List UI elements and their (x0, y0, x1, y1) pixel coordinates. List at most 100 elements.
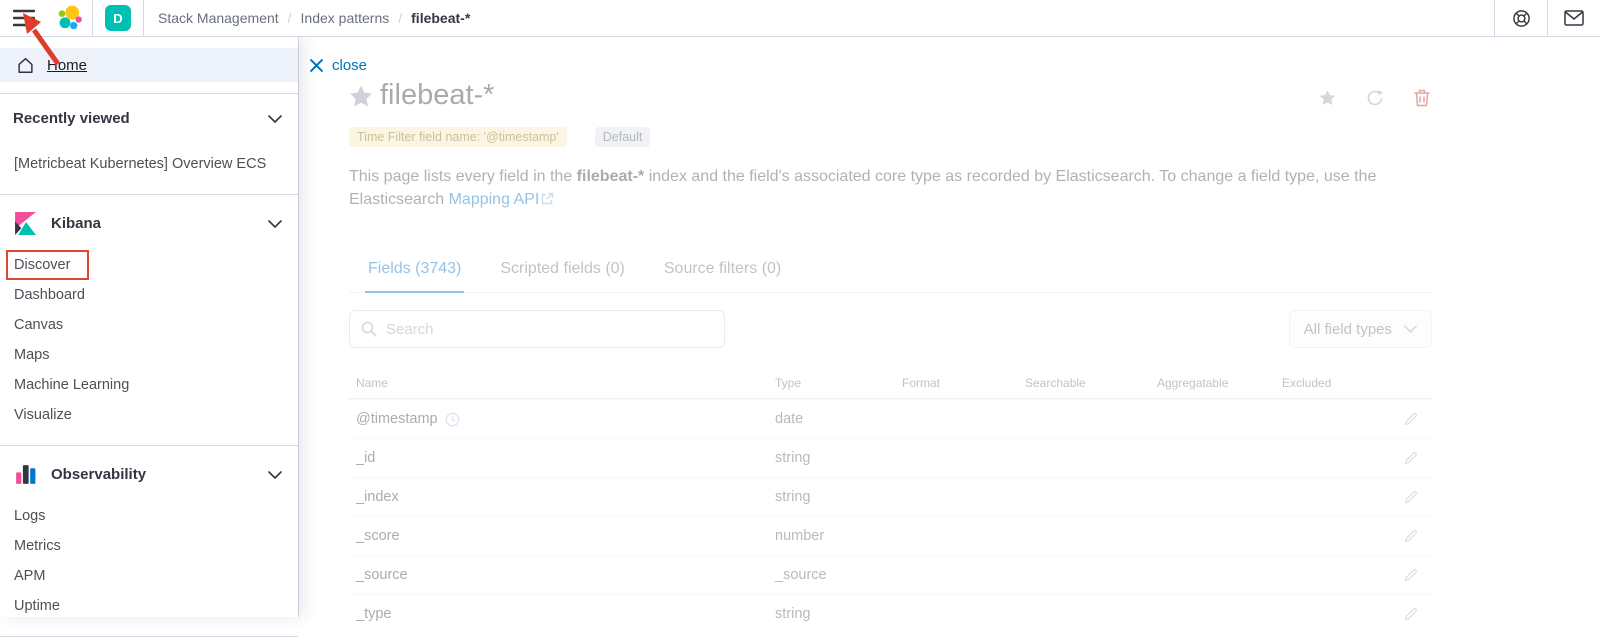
favorite-star-icon[interactable] (349, 84, 373, 108)
chevron-down-icon[interactable] (268, 115, 282, 123)
mail-icon (1564, 10, 1584, 26)
close-label: close (332, 57, 367, 74)
breadcrumb-separator: / (288, 10, 292, 26)
divider (92, 0, 93, 36)
index-pattern-detail-panel: filebeat-* (349, 37, 1432, 633)
table-row: _score number (349, 516, 1432, 555)
observability-section: Observability Logs Metrics APM Uptime (0, 446, 298, 625)
column-header-aggregatable[interactable]: Aggregatable (1157, 376, 1282, 390)
sidebar-item-logs[interactable]: Logs (14, 501, 282, 531)
pencil-icon (1404, 412, 1418, 426)
sidebar-home-label: Home (47, 57, 87, 74)
edit-field-button[interactable] (1404, 451, 1418, 465)
field-type: string (775, 606, 902, 622)
index-pattern-actions (1319, 89, 1430, 107)
table-row: _type string (349, 594, 1432, 633)
kibana-section-title[interactable]: Kibana (51, 215, 101, 232)
breadcrumb-stack-management[interactable]: Stack Management (158, 10, 279, 26)
sidebar-item-maps[interactable]: Maps (14, 340, 282, 370)
navigation-sidebar: Home Recently viewed [Metricbeat Kuberne… (0, 37, 298, 617)
recently-viewed-title[interactable]: Recently viewed (13, 110, 130, 127)
breadcrumb-separator: / (398, 10, 402, 26)
description-index-name: filebeat-* (577, 168, 645, 185)
edit-field-button[interactable] (1404, 568, 1418, 582)
column-header-searchable[interactable]: Searchable (1025, 376, 1157, 390)
edit-field-button[interactable] (1404, 490, 1418, 504)
header-actions (1494, 0, 1600, 36)
field-name: _score (356, 528, 400, 544)
page-title-row: filebeat-* (349, 79, 1432, 112)
time-field-icon (445, 412, 460, 427)
chevron-down-icon[interactable] (268, 471, 282, 479)
table-row: _source _source (349, 555, 1432, 594)
space-badge[interactable]: D (105, 5, 131, 31)
top-header-bar: D Stack Management / Index patterns / fi… (0, 0, 1600, 37)
hamburger-icon (13, 9, 35, 27)
help-button[interactable] (1495, 0, 1547, 36)
search-input[interactable] (386, 321, 713, 338)
refresh-icon (1366, 89, 1384, 107)
close-flyout-button[interactable]: close (310, 57, 367, 74)
chevron-down-icon[interactable] (268, 220, 282, 228)
field-type: string (775, 450, 902, 466)
edit-field-button[interactable] (1404, 607, 1418, 621)
tab-scripted-fields[interactable]: Scripted fields (0) (497, 250, 628, 293)
table-header-row: Name Type Format Searchable Aggregatable… (349, 368, 1432, 399)
close-icon (310, 59, 323, 72)
tab-source-filters[interactable]: Source filters (0) (661, 250, 784, 293)
sidebar-item-discover[interactable]: Discover (14, 250, 282, 280)
newsfeed-button[interactable] (1548, 0, 1600, 36)
observability-section-title[interactable]: Observability (51, 466, 146, 483)
sidebar-item-machine-learning[interactable]: Machine Learning (14, 370, 282, 400)
column-header-name[interactable]: Name (356, 376, 775, 390)
search-icon (361, 321, 377, 337)
kibana-section: Kibana Discover Dashboard Canvas Maps Ma… (0, 195, 298, 434)
sidebar-item-apm[interactable]: APM (14, 561, 282, 591)
sidebar-item-dashboard[interactable]: Dashboard (14, 280, 282, 310)
sidebar-item-metrics[interactable]: Metrics (14, 531, 282, 561)
breadcrumb-index-patterns[interactable]: Index patterns (301, 10, 390, 26)
badge-row: Time Filter field name: '@timestamp' Def… (349, 127, 1432, 147)
sidebar-item-canvas[interactable]: Canvas (14, 310, 282, 340)
tab-fields[interactable]: Fields (3743) (365, 250, 464, 293)
edit-field-button[interactable] (1404, 529, 1418, 543)
divider (143, 0, 144, 36)
observability-logo-icon (13, 462, 38, 487)
field-type: string (775, 489, 902, 505)
external-link-icon (541, 189, 554, 212)
pencil-icon (1404, 568, 1418, 582)
description-text: This page lists every field in the (349, 168, 577, 185)
edit-field-button[interactable] (1404, 412, 1418, 426)
table-row: @timestamp date (349, 399, 1432, 438)
fields-table: Name Type Format Searchable Aggregatable… (349, 368, 1432, 633)
field-type: _source (775, 567, 902, 583)
field-type-filter-dropdown[interactable]: All field types (1289, 310, 1432, 348)
refresh-field-list-button[interactable] (1366, 89, 1384, 107)
pencil-icon (1404, 490, 1418, 504)
chevron-down-icon (1404, 325, 1417, 333)
field-name: _index (356, 489, 399, 505)
field-name: _source (356, 567, 408, 583)
sidebar-item-visualize[interactable]: Visualize (14, 400, 282, 430)
field-search-box (349, 310, 725, 348)
field-tabs: Fields (3743) Scripted fields (0) Source… (349, 250, 1432, 293)
pencil-icon (1404, 529, 1418, 543)
breadcrumb-current-page: filebeat-* (411, 10, 470, 26)
home-icon (17, 57, 34, 74)
column-header-excluded[interactable]: Excluded (1282, 376, 1387, 390)
sidebar-item-home[interactable]: Home (0, 48, 298, 82)
set-default-star-button[interactable] (1319, 89, 1336, 107)
column-header-type[interactable]: Type (775, 376, 902, 390)
page-title: filebeat-* (380, 79, 494, 112)
pencil-icon (1404, 607, 1418, 621)
field-type: number (775, 528, 902, 544)
default-badge: Default (595, 127, 651, 147)
field-type-filter-label: All field types (1304, 321, 1392, 338)
recently-viewed-item[interactable]: [Metricbeat Kubernetes] Overview ECS (14, 149, 282, 179)
delete-index-pattern-button[interactable] (1414, 89, 1430, 107)
menu-hamburger-button[interactable] (0, 0, 48, 36)
column-header-format[interactable]: Format (902, 376, 1025, 390)
field-name: _type (356, 606, 391, 622)
elastic-logo[interactable] (48, 5, 92, 31)
mapping-api-link[interactable]: Mapping API (449, 191, 540, 208)
